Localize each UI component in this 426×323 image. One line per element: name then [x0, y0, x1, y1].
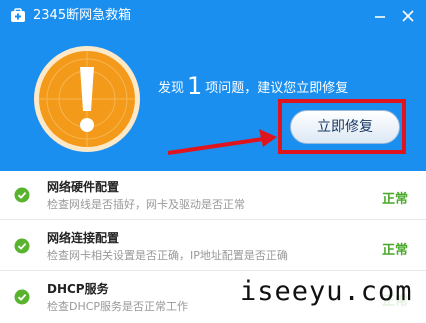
check-row-hardware: 网络硬件配置 检查网线是否插好，网卡及驱动是否正常 正常 — [0, 171, 426, 220]
status-badge: 正常 — [382, 192, 409, 207]
check-description: 检查网卡相关设置是否正确，IP地址配置是否正确 — [47, 249, 288, 262]
app-window: 2345断网急救箱 发现 1 项问题，建议您立即修复 立即修复 网络硬件配置 检… — [0, 0, 426, 323]
check-circle-icon — [14, 187, 30, 203]
window-title: 2345断网急救箱 — [33, 8, 132, 23]
summary-suffix: 项问题，建议您立即修复 — [205, 81, 349, 96]
minimize-icon — [375, 16, 385, 18]
check-row-connection: 网络连接配置 检查网卡相关设置是否正确，IP地址配置是否正确 正常 — [0, 222, 426, 271]
close-button[interactable] — [398, 6, 418, 26]
check-description: 检查网线是否插好，网卡及驱动是否正常 — [47, 198, 245, 211]
watermark-text: iseeyu.com — [240, 276, 413, 308]
summary-prefix: 发现 — [158, 81, 185, 96]
check-circle-icon — [14, 289, 30, 305]
status-badge: 正常 — [382, 243, 409, 258]
header-panel: 2345断网急救箱 发现 1 项问题，建议您立即修复 立即修复 — [0, 0, 426, 171]
check-title: 网络硬件配置 — [47, 180, 120, 194]
check-title: 网络连接配置 — [47, 231, 120, 245]
close-icon — [402, 10, 414, 22]
issue-count: 1 — [187, 72, 203, 100]
red-arrow-icon — [167, 129, 277, 155]
check-description: 检查DHCP服务是否正常工作 — [47, 300, 189, 313]
title-bar[interactable]: 2345断网急救箱 — [0, 0, 426, 32]
fix-now-button[interactable]: 立即修复 — [290, 110, 400, 144]
check-circle-icon — [14, 238, 30, 254]
exclamation-icon — [34, 46, 140, 152]
check-title: DHCP服务 — [47, 282, 109, 296]
first-aid-kit-icon — [11, 8, 25, 22]
minimize-button[interactable] — [370, 6, 390, 26]
